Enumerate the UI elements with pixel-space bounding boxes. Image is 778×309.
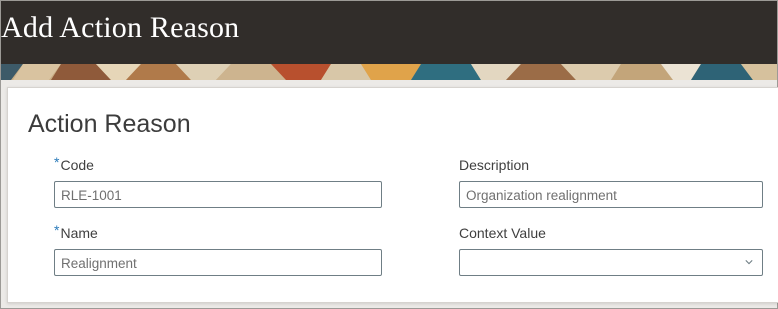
required-marker: * <box>54 154 60 170</box>
description-input[interactable]: Organization realignment <box>459 181 763 208</box>
decorative-banner <box>1 64 777 80</box>
description-label: Description <box>459 157 530 173</box>
page-title: Add Action Reason <box>1 11 240 44</box>
name-input[interactable]: Realignment <box>54 249 382 276</box>
code-input[interactable]: RLE-1001 <box>54 181 382 208</box>
context-value-select[interactable] <box>459 249 763 276</box>
name-label-text: Name <box>60 225 98 241</box>
action-reason-panel: Action Reason *Code RLE-1001 *Name Reali… <box>7 87 778 303</box>
context-value-label: Context Value <box>459 225 546 241</box>
code-input-value: RLE-1001 <box>61 188 122 203</box>
description-input-value: Organization realignment <box>466 188 617 203</box>
chevron-down-icon[interactable] <box>745 258 753 266</box>
banner-pattern-image <box>1 64 777 80</box>
name-label: *Name <box>54 222 98 241</box>
code-label-text: Code <box>60 157 94 173</box>
code-label: *Code <box>54 154 94 173</box>
section-title: Action Reason <box>28 110 191 138</box>
required-marker: * <box>54 222 60 238</box>
page-header: Add Action Reason <box>1 1 777 64</box>
name-input-value: Realignment <box>61 256 137 271</box>
